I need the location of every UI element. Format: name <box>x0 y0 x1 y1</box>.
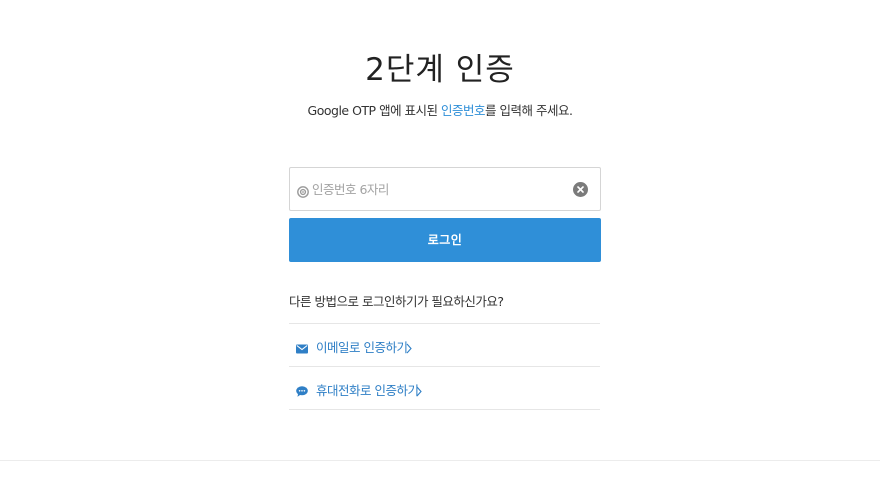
footer-divider <box>0 460 880 461</box>
chevron-right-icon <box>406 339 412 358</box>
divider <box>289 409 600 410</box>
envelope-icon <box>296 339 308 358</box>
otp-field[interactable] <box>289 167 601 211</box>
page-description: Google OTP 앱에 표시된 인증번호를 입력해 주세요. <box>0 100 880 119</box>
phone-verify-label: 휴대전화로 인증하기 <box>316 383 419 398</box>
email-verify-label: 이메일로 인증하기 <box>316 340 408 355</box>
description-highlight: 인증번호 <box>441 103 486 118</box>
alternative-question: 다른 방법으로 로그인하기가 필요하신가요? <box>289 294 504 309</box>
login-button[interactable]: 로그인 <box>289 218 601 262</box>
description-suffix: 를 입력해 주세요. <box>485 103 573 118</box>
phone-verify-link[interactable]: 휴대전화로 인증하기 <box>289 367 600 409</box>
otp-input[interactable] <box>312 179 562 199</box>
chevron-right-icon <box>416 382 422 401</box>
chat-bubble-icon <box>296 382 308 401</box>
clear-icon[interactable] <box>573 182 588 197</box>
page-title: 2단계 인증 <box>365 52 515 88</box>
description-prefix: Google OTP 앱에 표시된 <box>307 103 442 118</box>
email-verify-link[interactable]: 이메일로 인증하기 <box>289 324 600 366</box>
lock-circle-icon <box>297 183 309 198</box>
